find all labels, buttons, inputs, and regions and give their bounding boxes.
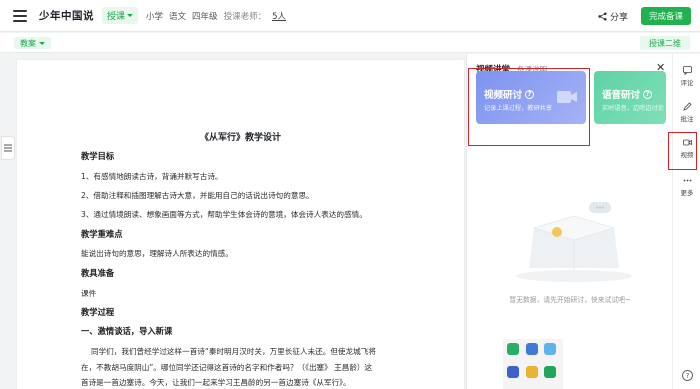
step-heading: 一、激情谈话，导入新课 <box>81 326 173 336</box>
more-tool-label: 更多 <box>680 189 694 197</box>
help-icon[interactable]: ? <box>682 370 693 381</box>
level-label: 四年级 <box>192 11 218 22</box>
author-label: 授课老师： <box>223 11 267 22</box>
edit-toolbar: 教案 授课二维 <box>0 33 700 53</box>
browser-icon[interactable] <box>525 343 538 355</box>
audio-card-title: 语音研讨 <box>602 90 641 101</box>
share-button[interactable]: 分享 <box>598 10 628 23</box>
subject-label: 语文 <box>169 11 187 22</box>
paragraph-line: 在，不教胡马度阴山”。哪位同学还记得这首诗的名字和作者吗？（《出塞》 王昌龄）这 <box>81 363 373 372</box>
section-heading: 教具准备 <box>81 268 115 278</box>
doc-title: 少年中国说 <box>39 10 94 22</box>
comment-tool-label: 评论 <box>680 79 694 87</box>
mode-label: 授课 <box>107 12 126 22</box>
finish-button[interactable]: 完成备课 <box>641 7 691 25</box>
annotate-tool[interactable]: 批注 <box>673 102 700 123</box>
comment-icon <box>682 66 692 75</box>
list-icon <box>4 144 12 152</box>
empty-state-text: 暂无数据，请先开始研讨，快来试试吧~ <box>509 296 631 304</box>
doc-type-label: 教案 <box>20 38 36 48</box>
more-tool[interactable]: 更多 <box>673 176 700 197</box>
bluetooth-icon[interactable] <box>507 366 519 378</box>
wechat-icon[interactable] <box>507 343 519 355</box>
section-heading: 教学目标 <box>81 151 115 161</box>
doc-type-dropdown[interactable]: 教案 <box>14 37 51 49</box>
keypoint-line: 能说出诗句的意思，理解诗人所表达的情感。 <box>81 249 233 258</box>
top-bar: 少年中国说 授课 小学 语文 四年级 授课老师： 5人 分享 完成备课 <box>0 0 700 32</box>
more-icon <box>683 179 691 182</box>
send-icon[interactable] <box>544 343 557 355</box>
grade-label: 小学 <box>146 11 164 22</box>
notes-icon[interactable] <box>544 366 557 378</box>
app-icons-grid <box>503 339 563 389</box>
outline-toggle[interactable] <box>1 136 15 160</box>
paragraph-line: 同学们，我们曾经学过这样一首诗“秦时明月汉时关，万里长征人未还。但使龙城飞将 <box>91 347 376 356</box>
paragraph-line: 首诗是一首边塞诗。今天，让我们一起来学习王昌龄的另一首边塞诗《从军行》。 <box>81 378 351 387</box>
collaborators-link[interactable]: 5人 <box>272 10 286 22</box>
section-heading: 教学过程 <box>81 307 115 317</box>
highlight-frame-video-tool <box>668 132 697 170</box>
annotate-tool-label: 批注 <box>680 115 694 123</box>
highlight-frame-video-card <box>468 68 590 146</box>
qr-button[interactable]: 授课二维 <box>640 36 690 50</box>
audio-card-title-row: 语音研讨 ? <box>602 87 653 101</box>
document-page[interactable]: 《从军行》教学设计 教学目标 1、有感情地朗读古诗，背诵并默写古诗。 2、借助注… <box>17 60 464 389</box>
goal-line: 2、借助注释和插图理解古诗大意，并能用自己的话说出诗句的意思。 <box>81 191 314 200</box>
pen-icon <box>682 102 692 111</box>
tools-line: 课件 <box>81 289 97 298</box>
empty-state-illustration <box>516 202 632 282</box>
goal-line: 1、有感情地朗读古诗，背诵并默写古诗。 <box>81 172 223 181</box>
share-icon <box>598 12 607 21</box>
mode-dropdown[interactable]: 授课 <box>102 7 139 24</box>
audio-research-card[interactable]: 语音研讨 ? 实时语音，边听边讨论 <box>594 71 666 124</box>
document-title: 《从军行》教学设计 <box>199 133 281 143</box>
audio-card-subtitle: 实时语音，边听边讨论 <box>602 105 664 112</box>
comment-tool[interactable]: 评论 <box>673 66 700 87</box>
chevron-down-icon <box>39 41 45 45</box>
section-heading: 教学重难点 <box>81 229 123 239</box>
chevron-down-icon <box>127 14 134 17</box>
left-rail <box>0 54 17 389</box>
back-icon[interactable] <box>13 9 29 22</box>
right-toolbar: 评论 批注 视频 更多 <box>672 54 700 389</box>
goal-line: 3、通过情境朗读、想象画面等方式，帮助学生体会诗的意境，体会诗人表达的感情。 <box>81 210 367 219</box>
share-label: 分享 <box>610 13 629 23</box>
doc-meta: 小学 语文 四年级 授课老师： 5人 <box>146 10 286 22</box>
info-icon: ? <box>643 89 653 99</box>
clock-icon[interactable] <box>525 366 538 378</box>
